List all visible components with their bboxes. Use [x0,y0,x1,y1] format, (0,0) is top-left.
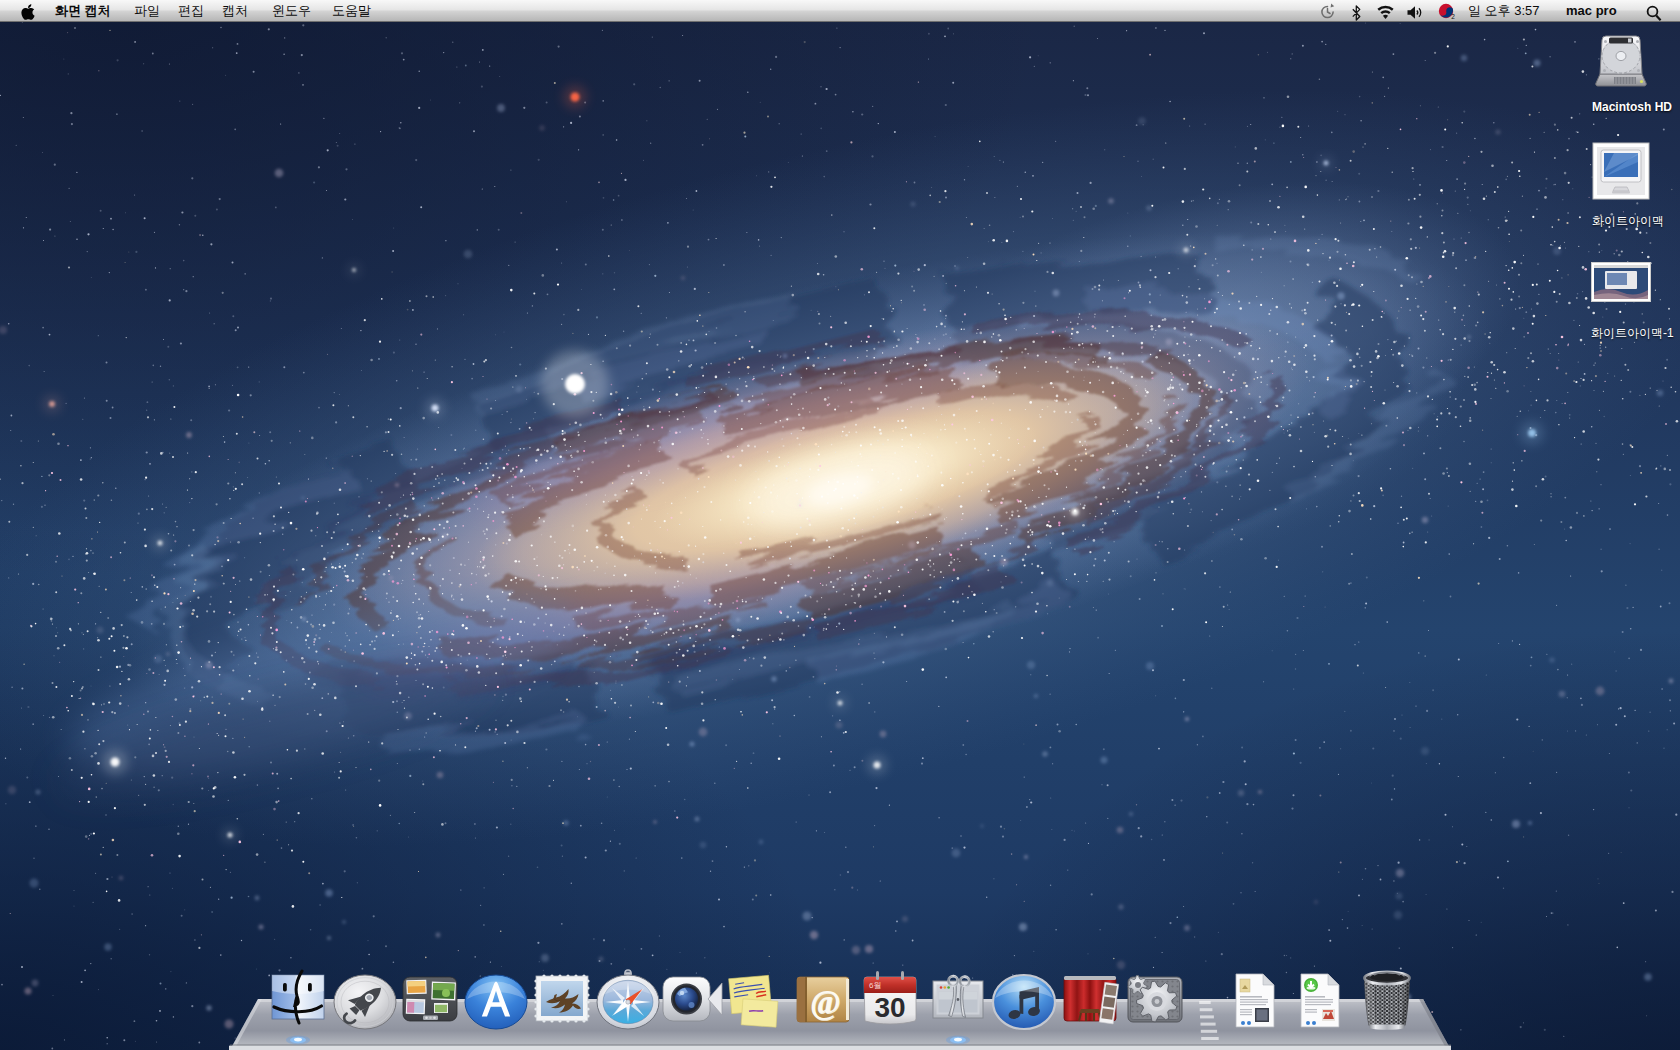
svg-text:2: 2 [1451,13,1455,20]
